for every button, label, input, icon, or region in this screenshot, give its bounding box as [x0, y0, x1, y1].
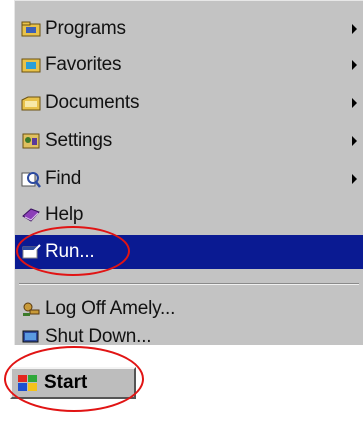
- menu-item-programs[interactable]: Programs: [19, 11, 363, 47]
- menu-item-label: Favorites: [45, 54, 122, 75]
- submenu-arrow-icon: [352, 24, 357, 34]
- menu-item-label: Run...: [45, 241, 95, 262]
- menu-item-label: Help: [45, 204, 84, 225]
- submenu-arrow-icon: [352, 60, 357, 70]
- menu-item-help[interactable]: Help: [19, 197, 363, 233]
- menu-item-label: Programs: [45, 18, 126, 39]
- submenu-arrow-icon: [352, 98, 357, 108]
- programs-folder-icon: [19, 17, 43, 41]
- documents-folder-icon: [19, 91, 43, 115]
- menu-item-log-off[interactable]: Log Off Amely...: [19, 291, 363, 327]
- submenu-arrow-icon: [352, 174, 357, 184]
- settings-icon: [19, 129, 43, 153]
- find-icon: [19, 167, 43, 191]
- menu-item-settings[interactable]: Settings: [19, 123, 363, 159]
- windows-logo-icon: [16, 372, 40, 394]
- menu-separator: [19, 283, 359, 285]
- menu-item-label: Settings: [45, 130, 113, 151]
- start-label: Start: [44, 372, 88, 393]
- menu-item-label: Documents: [45, 92, 140, 113]
- menu-item-shut-down[interactable]: Shut Down...: [19, 325, 363, 349]
- favorites-folder-icon: [19, 53, 43, 77]
- submenu-arrow-icon: [352, 136, 357, 146]
- help-book-icon: [19, 203, 43, 227]
- shut-down-icon: [19, 325, 43, 349]
- menu-item-find[interactable]: Find: [19, 161, 363, 197]
- menu-item-label: Log Off Amely...: [45, 298, 176, 319]
- menu-item-label: Find: [45, 168, 82, 189]
- menu-item-run[interactable]: Run...: [15, 235, 363, 269]
- run-icon: [19, 240, 43, 264]
- start-button[interactable]: Start: [10, 367, 136, 399]
- menu-item-label: Shut Down...: [45, 326, 152, 347]
- menu-item-favorites[interactable]: Favorites: [19, 47, 363, 83]
- screen: Programs Favorites Documents Settings Fi…: [0, 0, 363, 421]
- start-menu: Programs Favorites Documents Settings Fi…: [14, 0, 363, 349]
- menu-item-documents[interactable]: Documents: [19, 85, 363, 121]
- log-off-icon: [19, 297, 43, 321]
